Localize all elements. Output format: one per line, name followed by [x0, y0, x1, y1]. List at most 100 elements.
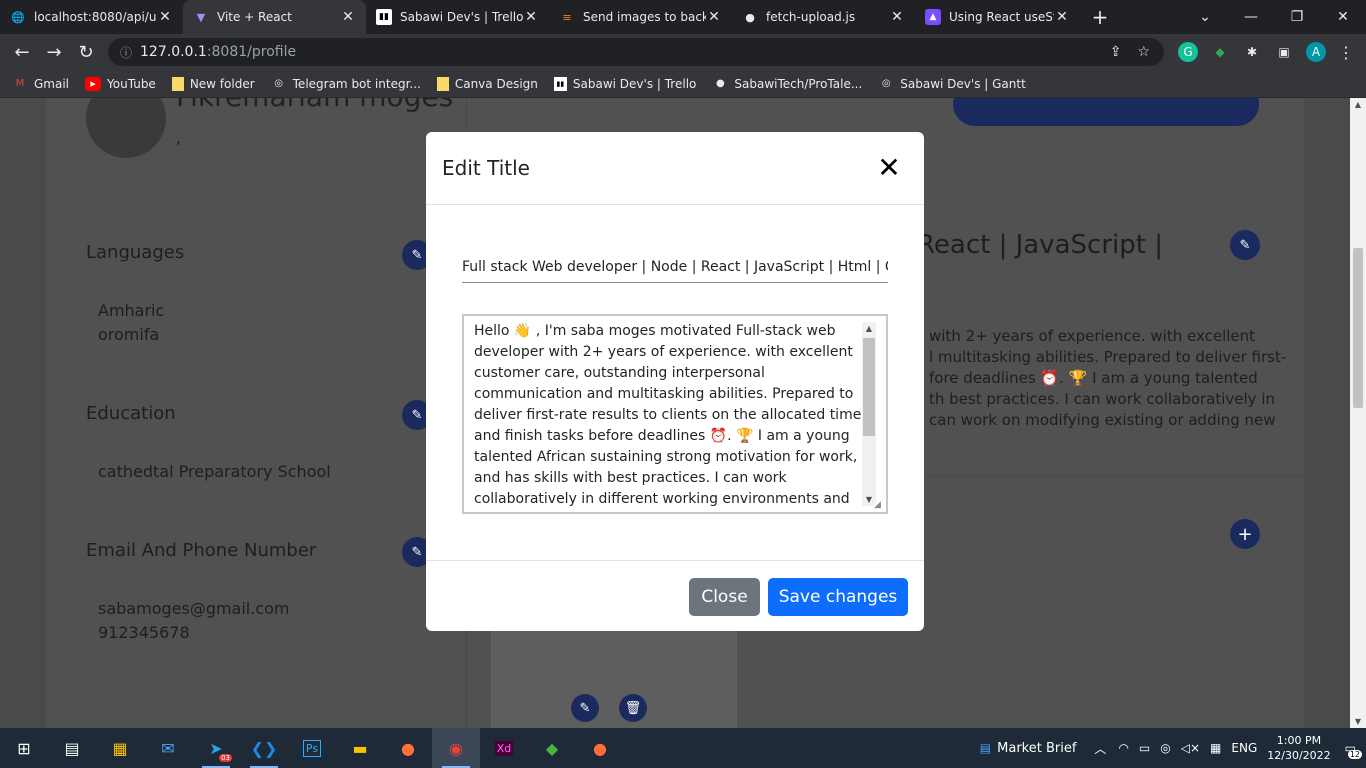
close-icon[interactable]: ✕: [875, 154, 903, 182]
scroll-down-icon[interactable]: ▼: [1350, 717, 1366, 726]
close-tab-icon[interactable]: ✕: [157, 9, 173, 25]
windows-icon[interactable]: ⊞: [0, 728, 48, 768]
scrollbar-thumb[interactable]: [1353, 248, 1363, 408]
extensions-area: G ◆ ✱ ▣ A: [1178, 38, 1326, 66]
bio-textarea[interactable]: Hello 👋 , I'm saba moges motivated Full-…: [462, 314, 888, 514]
trello-icon: ▮▮: [376, 9, 392, 25]
address-bar[interactable]: ⓘ 127.0.0.1 :8081/profile ⇪ ☆: [108, 38, 1164, 66]
minimize-button[interactable]: —: [1228, 9, 1274, 25]
chrome-icon[interactable]: ◉: [432, 728, 480, 768]
page-scrollbar[interactable]: ▲ ▼: [1350, 98, 1366, 728]
close-tab-icon[interactable]: ✕: [706, 9, 722, 25]
maximize-button[interactable]: ❐: [1274, 9, 1320, 25]
bookmark-youtube[interactable]: ▶ YouTube: [85, 76, 156, 91]
react-icon: ▲: [925, 9, 941, 25]
close-tab-icon[interactable]: ✕: [1054, 9, 1070, 25]
xd-icon[interactable]: Xd: [480, 728, 528, 768]
scroll-up-icon[interactable]: ▲: [1350, 100, 1366, 109]
menu-icon[interactable]: ⋮: [1338, 43, 1354, 62]
new-tab-button[interactable]: +: [1086, 5, 1114, 29]
news-icon[interactable]: ▤: [980, 741, 991, 755]
contact-title: Email And Phone Number: [86, 540, 317, 561]
bookmark-star-icon[interactable]: ☆: [1137, 44, 1150, 60]
browser-tab[interactable]: ▮▮ Sabawi Dev's | Trello ✕: [366, 0, 549, 34]
bookmark-gantt[interactable]: ◎ Sabawi Dev's | Gantt: [878, 77, 1026, 91]
photoshop-icon[interactable]: Ps: [288, 728, 336, 768]
textarea-scrollbar[interactable]: ▲ ▼: [862, 322, 876, 506]
edit-profile-name-button[interactable]: Edit Profile Name And Location: [953, 98, 1259, 126]
modal-header: Edit Title ✕: [426, 132, 924, 205]
store-icon[interactable]: ▦: [96, 728, 144, 768]
task-view-icon[interactable]: ▤: [48, 728, 96, 768]
keyboard-icon[interactable]: ▦: [1210, 741, 1221, 755]
avatar: [86, 98, 166, 158]
close-tab-icon[interactable]: ✕: [523, 9, 539, 25]
telegram-icon[interactable]: ➤ 03: [192, 728, 240, 768]
bookmark-telegram[interactable]: ◎ Telegram bot integr...: [271, 77, 421, 91]
clock[interactable]: 1:00 PM 12/30/2022: [1267, 733, 1330, 763]
wifi-icon[interactable]: ◎: [1160, 741, 1170, 755]
postman-icon[interactable]: ●: [576, 728, 624, 768]
info-icon[interactable]: ⓘ: [120, 44, 132, 61]
globe-icon: 🌐: [11, 10, 25, 24]
bookmarks-bar: M Gmail ▶ YouTube New folder ◎ Telegram bot…: [0, 70, 1366, 98]
textarea-scroll-thumb[interactable]: [863, 338, 875, 436]
file-explorer-icon[interactable]: ▬: [336, 728, 384, 768]
bio-line: with 2+ years of experience. with excell…: [929, 327, 1256, 345]
language-indicator[interactable]: ENG: [1231, 741, 1257, 755]
back-icon[interactable]: ←: [6, 42, 38, 63]
edit-title-button[interactable]: ✎: [1230, 230, 1260, 260]
tab-search-icon[interactable]: ⌄: [1182, 9, 1228, 25]
bookmark-trello[interactable]: ▮▮ Sabawi Dev's | Trello: [553, 76, 696, 91]
scroll-up-icon[interactable]: ▲: [862, 324, 876, 333]
edit-project-button[interactable]: ✎: [571, 694, 599, 722]
bookmark-gmail[interactable]: M Gmail: [12, 77, 69, 91]
clock-date: 12/30/2022: [1267, 749, 1331, 762]
avatar[interactable]: A: [1306, 42, 1326, 62]
bookmark-canva[interactable]: Canva Design: [436, 76, 538, 91]
market-brief[interactable]: Market Brief: [997, 741, 1076, 756]
save-changes-button[interactable]: Save changes: [768, 578, 908, 616]
title-input[interactable]: Full stack Web developer | Node | React …: [462, 259, 888, 283]
volume-icon[interactable]: ◁×: [1181, 741, 1200, 755]
side-panel-icon[interactable]: ▣: [1274, 42, 1294, 62]
clock-time: 1:00 PM: [1276, 734, 1322, 747]
add-project-button[interactable]: +: [1230, 519, 1260, 549]
mongodb-icon[interactable]: ◆: [528, 728, 576, 768]
phone-value: 912345678: [98, 623, 190, 642]
notification-icon[interactable]: ▭ 12: [1345, 741, 1362, 759]
resize-handle-icon[interactable]: ◢: [874, 500, 884, 510]
vscode-icon[interactable]: ❮❯: [240, 728, 288, 768]
close-tab-icon[interactable]: ✕: [889, 9, 905, 25]
browser-tab-active[interactable]: ▼ Vite + React ✕: [183, 0, 366, 34]
browser-tab[interactable]: ● fetch-upload.js ✕: [732, 0, 915, 34]
folder-icon: [171, 76, 184, 91]
bookmark-github[interactable]: ● SabawiTech/ProTale...: [712, 77, 862, 91]
close-button[interactable]: Close: [689, 578, 760, 616]
close-tab-icon[interactable]: ✕: [340, 9, 356, 25]
trello-icon: ▮▮: [553, 76, 567, 91]
firefox-icon[interactable]: ●: [384, 728, 432, 768]
mail-icon[interactable]: ✉: [144, 728, 192, 768]
chevron-up-icon[interactable]: ︿: [1094, 740, 1106, 757]
share-icon[interactable]: ⇪: [1110, 44, 1122, 60]
bookmark-new-folder[interactable]: New folder: [171, 76, 255, 91]
forward-icon[interactable]: →: [38, 42, 70, 63]
reload-icon[interactable]: ↻: [70, 42, 102, 63]
browser-tab-strip: 🌐 localhost:8080/api/use ✕ ▼ Vite + Reac…: [0, 0, 1366, 34]
email-value: sabamoges@gmail.com: [98, 599, 290, 618]
color-picker-icon[interactable]: ◆: [1210, 42, 1230, 62]
grammarly-icon[interactable]: G: [1178, 42, 1198, 62]
browser-tab[interactable]: ▲ Using React useState ✕: [915, 0, 1080, 34]
profile-name: Fikremariam moges: [176, 98, 453, 113]
battery-icon[interactable]: ▭: [1139, 741, 1150, 755]
extensions-icon[interactable]: ✱: [1242, 42, 1262, 62]
close-window-button[interactable]: ✕: [1320, 9, 1366, 25]
browser-tab[interactable]: 🌐 localhost:8080/api/use ✕: [0, 0, 183, 34]
stackoverflow-icon: ≡: [562, 10, 572, 24]
browser-tab[interactable]: ≡ Send images to backe ✕: [549, 0, 732, 34]
delete-project-button[interactable]: 🗑: [619, 694, 647, 722]
project-image: [491, 630, 737, 728]
network-icon[interactable]: ◠: [1118, 741, 1128, 755]
bio-line: l multitasking abilities. Prepared to de…: [929, 348, 1287, 366]
